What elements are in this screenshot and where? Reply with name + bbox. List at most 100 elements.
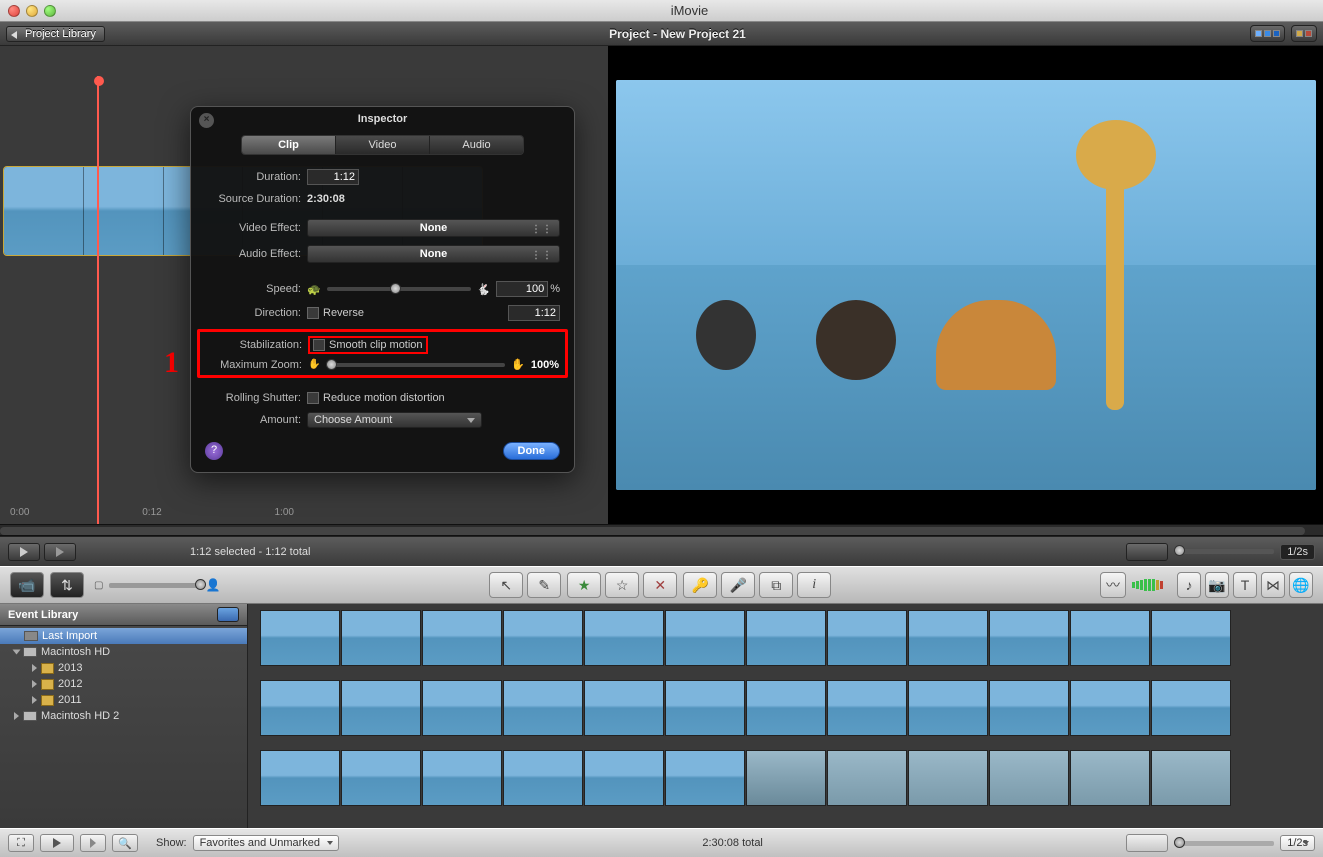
speed-time-field[interactable] bbox=[508, 305, 560, 321]
tab-video[interactable]: Video bbox=[336, 136, 430, 154]
speed-slider[interactable] bbox=[327, 287, 471, 291]
thumbnail-zoom-slider[interactable] bbox=[1174, 549, 1274, 554]
play-selection-button[interactable] bbox=[80, 834, 106, 852]
rabbit-icon: 🐇 bbox=[477, 283, 491, 296]
playhead[interactable] bbox=[97, 76, 99, 536]
unmark-button[interactable]: ☆ bbox=[605, 572, 639, 598]
preview-viewer[interactable] bbox=[616, 80, 1316, 490]
event-year-2012[interactable]: 2012 bbox=[0, 676, 247, 692]
inspector-button[interactable]: i bbox=[797, 572, 831, 598]
photo-browser-button[interactable]: 📷 bbox=[1205, 572, 1229, 598]
hand-small-icon: ✋ bbox=[308, 359, 320, 370]
tab-clip[interactable]: Clip bbox=[242, 136, 336, 154]
event-thumb bbox=[503, 610, 583, 666]
event-clips-panel bbox=[248, 604, 1323, 828]
disclosure-icon[interactable] bbox=[14, 712, 19, 720]
event-thumb bbox=[503, 750, 583, 806]
window-titlebar: iMovie bbox=[0, 0, 1323, 22]
crop-button[interactable]: ⧉ bbox=[759, 572, 793, 598]
harddrive-icon bbox=[23, 711, 37, 721]
h-scrollbar[interactable] bbox=[0, 527, 1305, 535]
clip-thumb bbox=[84, 167, 164, 255]
character-lion bbox=[936, 300, 1056, 390]
camera-import-button[interactable]: 📹 bbox=[10, 572, 44, 598]
fullscreen-button[interactable]: ⛶ bbox=[8, 834, 34, 852]
stabilization-highlight: Stabilization: Smooth clip motion Maximu… bbox=[197, 329, 568, 378]
frame-slider[interactable] bbox=[109, 583, 199, 588]
reject-button[interactable]: ✕ bbox=[643, 572, 677, 598]
hand-large-icon: ✋ bbox=[511, 358, 525, 371]
favorite-button[interactable]: ★ bbox=[567, 572, 601, 598]
marker-toggle[interactable] bbox=[1291, 25, 1317, 42]
voiceover-button[interactable]: 🎤 bbox=[721, 572, 755, 598]
zoom-window-icon[interactable] bbox=[44, 5, 56, 17]
person-icon[interactable]: 👤 bbox=[205, 578, 220, 592]
reverse-checkbox[interactable] bbox=[307, 307, 319, 319]
close-window-icon[interactable] bbox=[8, 5, 20, 17]
event-clip-row[interactable] bbox=[260, 750, 1311, 806]
disclosure-icon[interactable] bbox=[13, 650, 21, 655]
event-thumb bbox=[1070, 610, 1150, 666]
event-thumb bbox=[1151, 610, 1231, 666]
thumbnail-size-toggle[interactable] bbox=[1250, 25, 1285, 42]
minimize-window-icon[interactable] bbox=[26, 5, 38, 17]
event-zoom-level[interactable]: 1/2s bbox=[1280, 835, 1315, 851]
tick: 0:12 bbox=[142, 507, 161, 518]
arrow-tool-button[interactable]: ↖ bbox=[489, 572, 523, 598]
project-library-back-button[interactable]: Project Library bbox=[6, 26, 105, 42]
event-clip-row[interactable] bbox=[260, 680, 1311, 736]
event-year-2011[interactable]: 2011 bbox=[0, 692, 247, 708]
close-icon[interactable]: × bbox=[199, 113, 214, 128]
event-last-import[interactable]: Last Import bbox=[0, 628, 247, 644]
grid-icon: ⋮⋮ bbox=[531, 250, 553, 261]
audio-effect-button[interactable]: None⋮⋮ bbox=[307, 245, 560, 263]
frame-toggle-icon[interactable]: ▢ bbox=[94, 580, 103, 591]
disclosure-icon[interactable] bbox=[32, 664, 37, 672]
event-year-2013[interactable]: 2013 bbox=[0, 660, 247, 676]
event-macintosh-hd-2[interactable]: Macintosh HD 2 bbox=[0, 708, 247, 724]
play-fullscreen-button[interactable] bbox=[44, 543, 76, 561]
waveform-toggle[interactable] bbox=[1126, 543, 1168, 561]
title-browser-button[interactable]: T bbox=[1233, 572, 1257, 598]
character-hippo bbox=[816, 300, 896, 380]
search-button[interactable]: 🔍 bbox=[112, 834, 138, 852]
speed-pct-field[interactable] bbox=[496, 281, 548, 297]
keyword-button[interactable]: 🔑 bbox=[683, 572, 717, 598]
hd-toggle-button[interactable] bbox=[217, 607, 239, 622]
audio-effect-label: Audio Effect: bbox=[205, 248, 307, 260]
audio-skim-button[interactable]: 〰 bbox=[1100, 572, 1126, 598]
help-icon[interactable]: ? bbox=[205, 442, 223, 460]
swap-button[interactable]: ⇅ bbox=[50, 572, 84, 598]
show-filter-dropdown[interactable]: Favorites and Unmarked bbox=[193, 835, 339, 851]
event-thumb bbox=[260, 680, 340, 736]
event-thumb bbox=[908, 610, 988, 666]
tab-audio[interactable]: Audio bbox=[430, 136, 523, 154]
edit-tool-button[interactable]: ✎ bbox=[527, 572, 561, 598]
play-button[interactable] bbox=[8, 543, 40, 561]
amount-dropdown[interactable]: Choose Amount bbox=[307, 412, 482, 428]
disclosure-icon[interactable] bbox=[32, 680, 37, 688]
maps-browser-button[interactable]: 🌐 bbox=[1289, 572, 1313, 598]
music-browser-button[interactable]: ♪ bbox=[1177, 572, 1201, 598]
play-event-button[interactable] bbox=[40, 834, 74, 852]
event-waveform-toggle[interactable] bbox=[1126, 834, 1168, 852]
event-macintosh-hd[interactable]: Macintosh HD bbox=[0, 644, 247, 660]
duration-field[interactable] bbox=[307, 169, 359, 185]
smooth-clip-checkbox[interactable] bbox=[313, 339, 325, 351]
direction-label: Direction: bbox=[205, 307, 307, 319]
done-button[interactable]: Done bbox=[503, 442, 561, 460]
disclosure-icon[interactable] bbox=[32, 696, 37, 704]
event-thumb bbox=[746, 680, 826, 736]
inspector-tabs: Clip Video Audio bbox=[241, 135, 524, 155]
event-clip-row[interactable] bbox=[260, 610, 1311, 666]
event-library-header: Event Library bbox=[0, 604, 247, 626]
transition-browser-button[interactable]: ⋈ bbox=[1261, 572, 1285, 598]
video-effect-button[interactable]: None⋮⋮ bbox=[307, 219, 560, 237]
film-icon bbox=[24, 631, 38, 641]
calendar-icon bbox=[41, 679, 54, 690]
max-zoom-slider[interactable] bbox=[326, 363, 505, 367]
event-total-label: 2:30:08 total bbox=[345, 837, 1120, 849]
traffic-lights bbox=[8, 5, 56, 17]
event-thumb bbox=[260, 610, 340, 666]
rolling-shutter-checkbox[interactable] bbox=[307, 392, 319, 404]
